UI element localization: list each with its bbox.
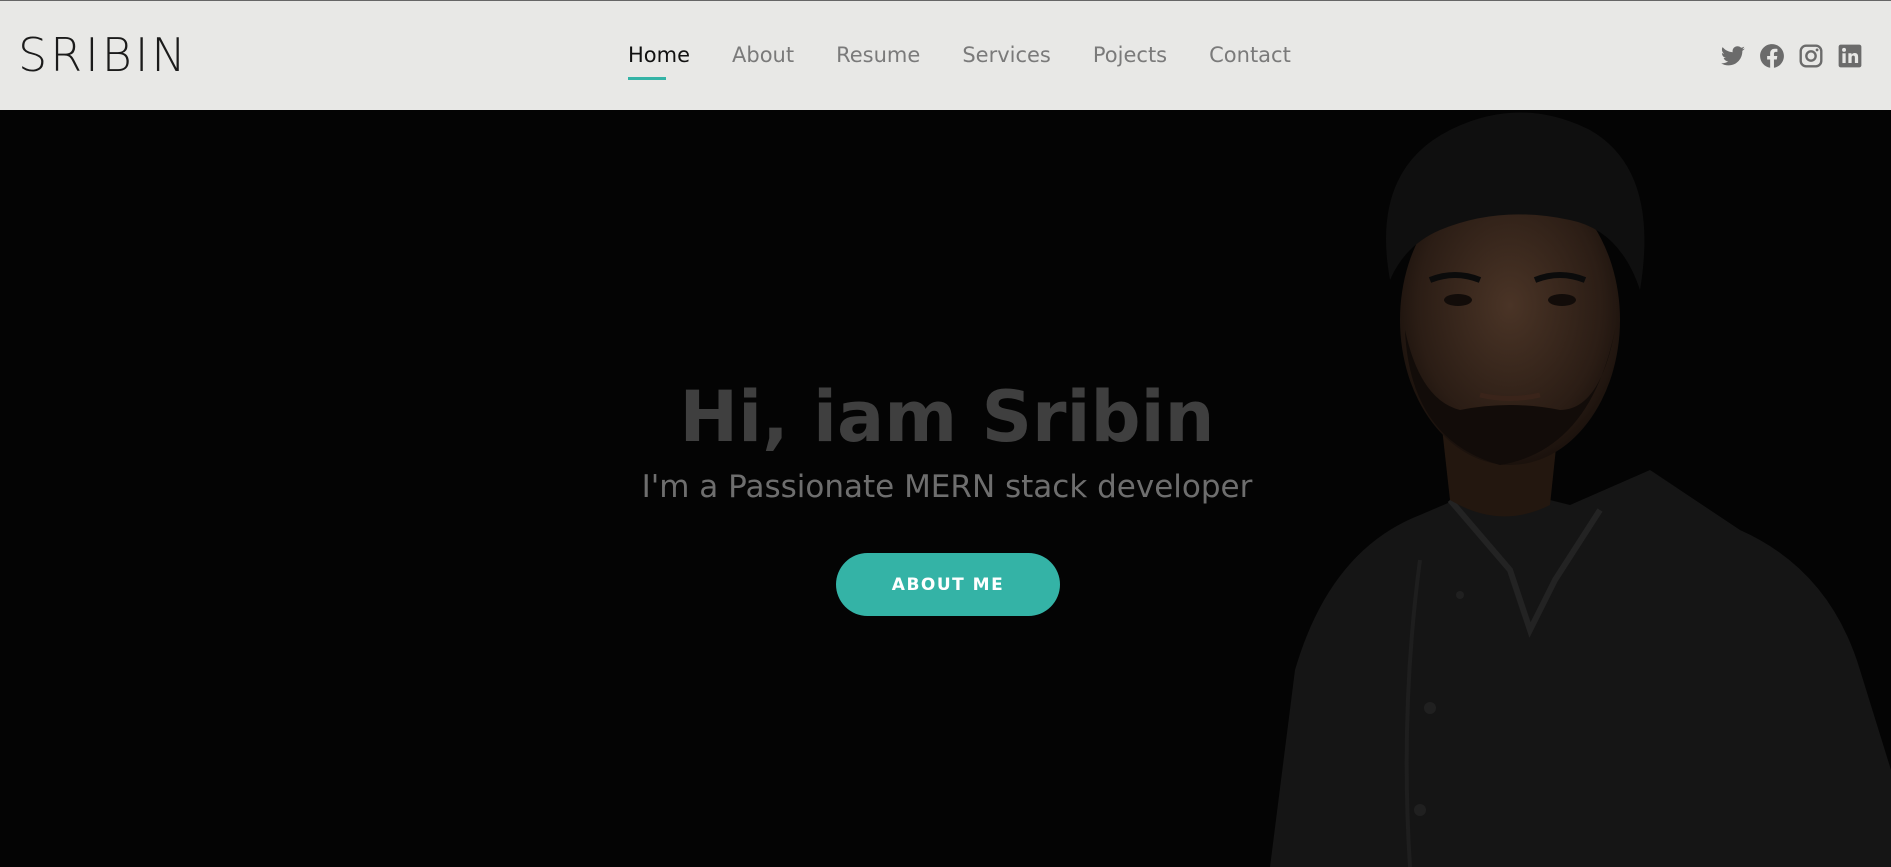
hero-subtitle: I'm a Passionate MERN stack developer (641, 469, 1253, 505)
active-nav-indicator (628, 77, 666, 80)
nav-home-label: Home (628, 43, 691, 67)
nav-resume[interactable]: Resume (836, 39, 920, 71)
site-logo[interactable]: SRIBIN (18, 27, 189, 83)
nav-home[interactable]: Home (628, 39, 691, 80)
main-nav: Home About Resume Services Pojects Conta… (628, 39, 1333, 80)
facebook-icon[interactable] (1759, 43, 1785, 69)
hero-title: Hi, iam Sribin (679, 376, 1215, 458)
site-header: SRIBIN Home About Resume Services Poject… (0, 0, 1891, 110)
nav-projects[interactable]: Pojects (1093, 39, 1167, 71)
instagram-icon[interactable] (1798, 43, 1824, 69)
about-me-button[interactable]: ABOUT ME (836, 553, 1060, 616)
linkedin-icon[interactable] (1837, 43, 1863, 69)
hero-section: Hi, iam Sribin I'm a Passionate MERN sta… (0, 110, 1891, 867)
nav-about[interactable]: About (732, 39, 794, 71)
nav-services[interactable]: Services (962, 39, 1051, 71)
nav-contact[interactable]: Contact (1209, 39, 1291, 71)
social-links (1707, 43, 1863, 69)
twitter-icon[interactable] (1720, 43, 1746, 69)
